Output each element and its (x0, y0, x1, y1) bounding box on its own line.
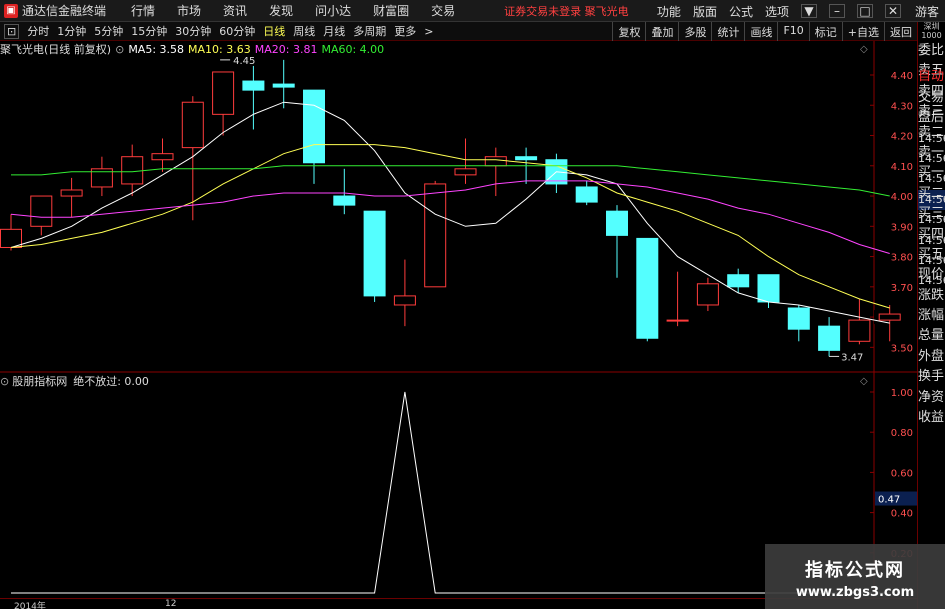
side-label-17: 净资 (918, 389, 945, 405)
side-label-16: 换手 (918, 369, 945, 385)
side-label-14: 总量 (918, 328, 945, 344)
candle-body-11 (333, 195, 356, 206)
ind-current-value: 0.47 (878, 495, 900, 506)
low-annotation: 3.47 (841, 352, 863, 363)
candle-body-21 (636, 237, 659, 339)
price-tick-1: 4.30 (891, 101, 913, 112)
candle-body-6 (181, 101, 204, 149)
candle-body-10 (303, 89, 325, 164)
price-tick-0: 4.40 (891, 71, 913, 82)
ind-tick-0: 1.00 (891, 388, 913, 399)
collapse-indicator-icon: ◇ (860, 376, 868, 387)
price-tick-4: 4.00 (891, 192, 913, 203)
candle-body-27 (818, 325, 841, 351)
side-tick-4: 14:56 (918, 151, 945, 165)
candle-body-12 (363, 210, 386, 297)
app-window: ▣ 通达信金融终端 行情 市场 资讯 发现 问小达 财富圈 交易 证券交易未登录 聚飞光电 … (0, 0, 945, 609)
candle-body-2 (60, 189, 83, 197)
watermark: 指标公式网 www.zbgs3.com (765, 544, 945, 609)
candle-body-22 (666, 319, 689, 322)
side-tick-3: 14:56 (918, 131, 945, 145)
candle-body-7 (212, 71, 235, 115)
candle-body-16 (484, 156, 507, 167)
candle-body-15 (454, 168, 477, 176)
candle-body-0 (0, 228, 22, 248)
ma20-line (10, 180, 890, 254)
candle-body-17 (515, 156, 538, 161)
indicator-settings-icon[interactable]: ⊙ (0, 375, 9, 388)
candle-body-24 (727, 274, 750, 288)
candle-body-13 (393, 295, 416, 306)
candle-body-29 (878, 313, 901, 321)
date-year: 2014年 (14, 602, 46, 609)
candle-body-1 (30, 195, 53, 227)
side-tick-5: 14:56 (918, 172, 945, 186)
quote-side-panel: 委比卖五卖四卖三卖二卖一买一买二买三买四买五现价涨跌涨幅总量外盘换手净资收益 自… (917, 41, 945, 609)
candle-body-26 (787, 307, 810, 330)
indicator-legend: ⊙ 股朋指标网 绝不放过: 0.00 (0, 373, 149, 389)
candle-body-25 (757, 274, 780, 303)
side-tick-10: 14:56 (918, 274, 945, 288)
kline-chart[interactable]: 4.404.304.204.104.003.903.803.703.603.50… (0, 0, 945, 609)
ind-tick-1: 0.80 (891, 428, 913, 439)
candle-body-8 (242, 80, 265, 91)
candle-body-23 (696, 283, 719, 306)
side-tick-9: 14:56 (918, 253, 945, 267)
side-label-0: 委比 (918, 43, 945, 58)
side-tick-0[interactable]: 自动 (918, 67, 945, 87)
price-tick-9: 3.50 (891, 343, 913, 354)
candle-body-28 (848, 319, 871, 342)
side-tick-1[interactable]: 交易 (918, 88, 945, 108)
candle-body-9 (272, 83, 295, 88)
candle-body-20 (606, 210, 628, 236)
collapse-icon: ◇ (860, 44, 868, 55)
candle-body-14 (424, 183, 447, 288)
price-tick-5: 3.90 (891, 222, 913, 233)
side-tick-8: 14:56 (918, 233, 945, 247)
indicator-value: 绝不放过: 0.00 (73, 375, 149, 388)
side-tick-7: 14:56 (918, 213, 945, 227)
high-annotation: 4.45 (233, 56, 255, 67)
candle-body-19 (575, 186, 598, 203)
watermark-url: www.zbgs3.com (795, 585, 915, 600)
indicator-name: 股朋指标网 (12, 375, 68, 388)
ind-tick-3: 0.40 (891, 509, 913, 520)
ind-tick-2: 0.60 (891, 468, 913, 479)
side-tick-2[interactable]: 盘后 (918, 108, 945, 128)
date-month: 12 (165, 599, 177, 609)
watermark-title: 指标公式网 (805, 560, 905, 581)
side-label-15: 外盘 (918, 348, 945, 364)
price-tick-2: 4.20 (891, 132, 913, 143)
candle-body-5 (151, 153, 174, 161)
side-label-13: 涨幅 (918, 308, 945, 324)
side-label-18: 收益 (918, 410, 945, 426)
candle-body-4 (121, 156, 144, 185)
price-tick-6: 3.80 (891, 253, 913, 264)
indicator-line (11, 391, 890, 594)
price-tick-3: 4.10 (891, 162, 913, 173)
price-tick-7: 3.70 (891, 283, 913, 294)
side-tick-6: 14:56 (918, 189, 945, 211)
